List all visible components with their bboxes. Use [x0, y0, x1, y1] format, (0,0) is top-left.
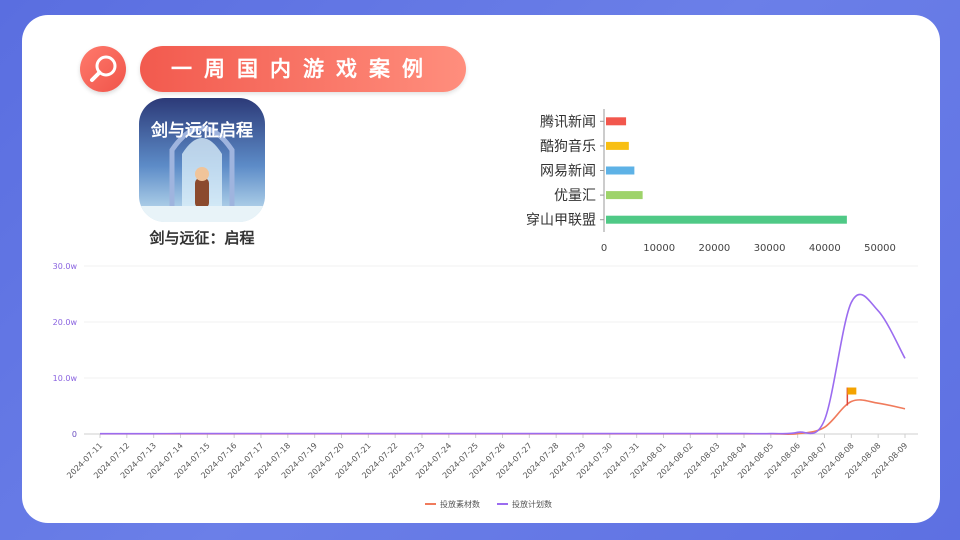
- peak-marker-flag: [847, 387, 857, 395]
- line-y-tick-label: 20.0w: [53, 318, 78, 327]
- line-y-tick-label: 0: [72, 430, 77, 439]
- line-y-tick-label: 10.0w: [53, 374, 78, 383]
- series-line-0: [100, 399, 906, 436]
- trend-line-chart: 010.0w20.0w30.0w2024-07-112024-07-122024…: [53, 262, 918, 509]
- legend-label: 投放计划数: [512, 499, 552, 509]
- series-line-1: [99, 293, 906, 435]
- line-y-tick-label: 30.0w: [53, 262, 78, 271]
- legend-label: 投放素材数: [440, 499, 480, 509]
